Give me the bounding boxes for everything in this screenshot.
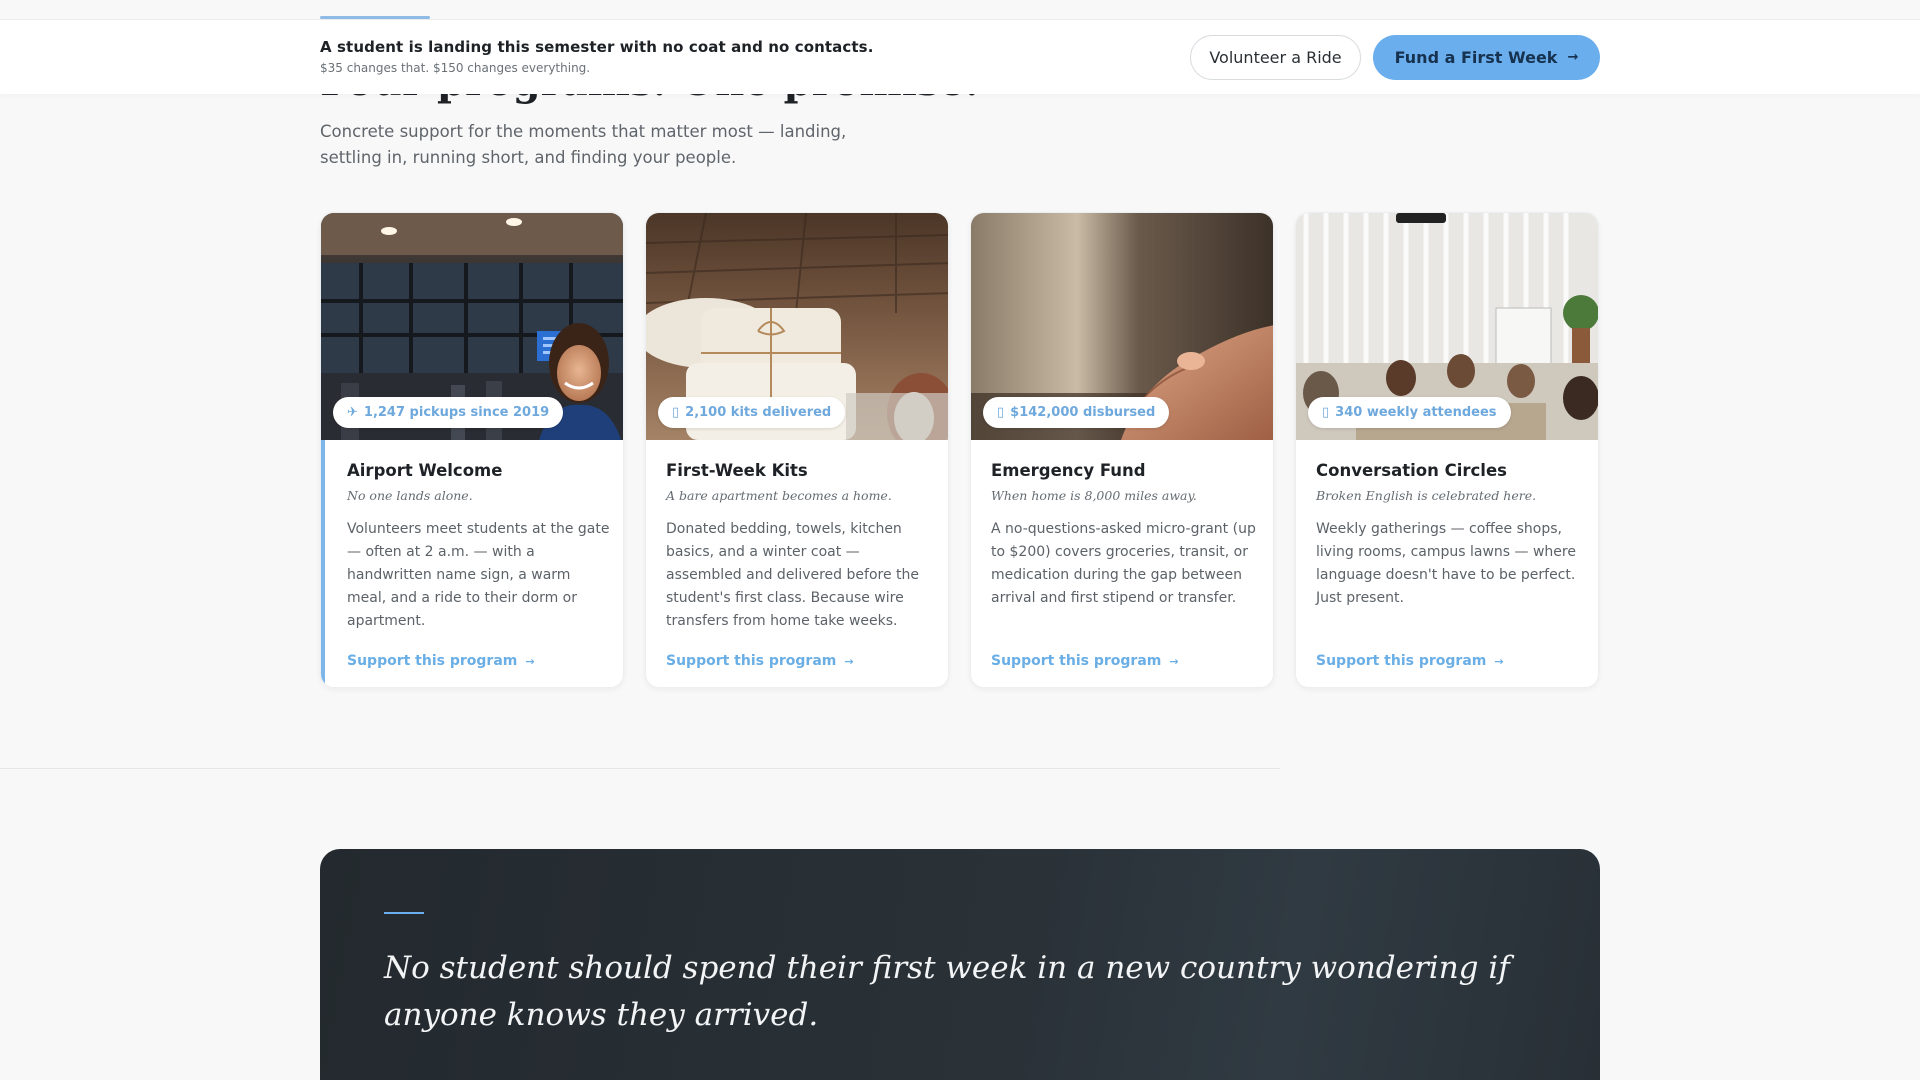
- mission-quote: No student should spend their first week…: [384, 950, 1510, 1033]
- attendees-stat-badge: ▯ 340 weekly attendees: [1308, 397, 1511, 428]
- volunteer-ride-button[interactable]: Volunteer a Ride: [1190, 35, 1361, 80]
- volunteer-ride-label: Volunteer a Ride: [1209, 48, 1342, 67]
- program-card-emergency-fund: ▯ $142,000 disbursed Emergency Fund When…: [970, 212, 1274, 688]
- program-card-first-week-kits: ▯ 2,100 kits delivered First-Week Kits A…: [645, 212, 949, 688]
- mission-quote-panel: No student should spend their first week…: [320, 849, 1600, 1080]
- hand-photo: ▯ $142,000 disbursed: [971, 213, 1273, 440]
- people-icon: ▯: [1322, 405, 1330, 420]
- arrow-right-icon: →: [525, 654, 535, 668]
- box-icon: ▯: [672, 405, 680, 420]
- card-title: Emergency Fund: [991, 461, 1146, 480]
- card-description: Volunteers meet students at the gate — o…: [347, 521, 610, 629]
- program-card-airport-welcome: ✈ 1,247 pickups since 2019 Airport Welco…: [320, 212, 624, 688]
- sticky-donate-bar: A student is landing this semester with …: [0, 19, 1920, 94]
- disbursed-stat-badge: ▯ $142,000 disbursed: [983, 397, 1170, 428]
- program-card-conversation-circles: ▯ 340 weekly attendees Conversation Circ…: [1295, 212, 1599, 688]
- card-description: A no-questions-asked micro-grant (up to …: [991, 521, 1256, 606]
- card-tagline: When home is 8,000 miles away.: [991, 488, 1197, 503]
- support-program-link[interactable]: Support this program →: [991, 653, 1179, 669]
- plane-icon: ✈: [347, 405, 358, 420]
- support-program-link[interactable]: Support this program →: [347, 653, 535, 669]
- arrow-right-icon: →: [844, 654, 854, 668]
- support-program-link[interactable]: Support this program →: [666, 653, 854, 669]
- airport-terminal-photo: ✈ 1,247 pickups since 2019: [321, 213, 623, 440]
- card-title: First-Week Kits: [666, 461, 808, 480]
- group-gathering-photo: ▯ 340 weekly attendees: [1296, 213, 1598, 440]
- support-link-label: Support this program: [666, 653, 837, 669]
- card-description: Weekly gatherings — coffee shops, living…: [1316, 521, 1576, 606]
- badge-text: 340 weekly attendees: [1335, 405, 1497, 420]
- donate-bar-headline: A student is landing this semester with …: [320, 38, 874, 56]
- support-program-link[interactable]: Support this program →: [1316, 653, 1504, 669]
- fund-first-week-button[interactable]: Fund a First Week →: [1373, 35, 1600, 80]
- section-subtitle: Concrete support for the moments that ma…: [320, 122, 847, 167]
- badge-text: 1,247 pickups since 2019: [363, 405, 550, 420]
- support-link-label: Support this program: [991, 653, 1162, 669]
- section-divider: [0, 768, 1280, 769]
- kits-stat-badge: ▯ 2,100 kits delivered: [658, 397, 846, 428]
- card-title: Airport Welcome: [347, 461, 503, 480]
- quote-accent-line: [384, 912, 424, 914]
- card-tagline: Broken English is celebrated here.: [1316, 488, 1537, 503]
- fund-first-week-label: Fund a First Week: [1394, 48, 1558, 67]
- badge-text: 2,100 kits delivered: [685, 405, 832, 420]
- card-title: Conversation Circles: [1316, 461, 1507, 480]
- donate-bar-message: A student is landing this semester with …: [320, 38, 874, 75]
- pickups-stat-badge: ✈ 1,247 pickups since 2019: [333, 397, 564, 428]
- program-cards: ✈ 1,247 pickups since 2019 Airport Welco…: [320, 212, 1600, 688]
- money-icon: ▯: [997, 405, 1005, 420]
- arrow-right-icon: →: [1169, 654, 1179, 668]
- bedding-kit-photo: ▯ 2,100 kits delivered: [646, 213, 948, 440]
- support-link-label: Support this program: [1316, 653, 1487, 669]
- arrow-right-icon: →: [1494, 654, 1504, 668]
- card-tagline: No one lands alone.: [347, 488, 473, 503]
- arrow-right-icon: →: [1567, 50, 1579, 65]
- card-description: Donated bedding, towels, kitchen basics,…: [666, 521, 919, 629]
- donate-bar-subline: $35 changes that. $150 changes everythin…: [320, 61, 591, 75]
- support-link-label: Support this program: [347, 653, 518, 669]
- card-tagline: A bare apartment becomes a home.: [666, 488, 892, 503]
- badge-text: $142,000 disbursed: [1010, 405, 1156, 420]
